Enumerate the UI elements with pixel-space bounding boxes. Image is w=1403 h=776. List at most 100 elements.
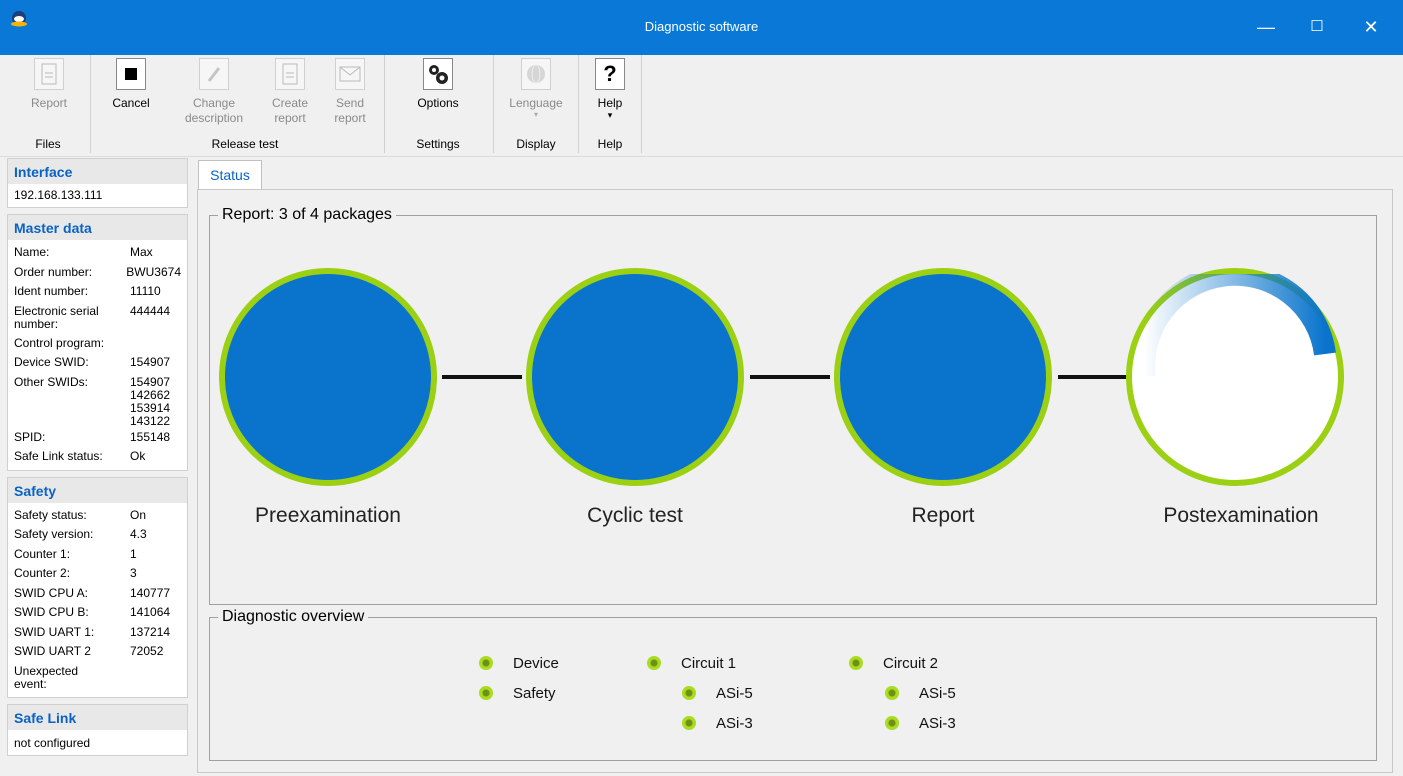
interface-address: 192.168.133.111	[14, 188, 103, 202]
diagnostic-overview-legend: Diagnostic overview	[218, 608, 369, 626]
status-ok-icon	[885, 686, 899, 700]
diag-safety: Safety	[513, 685, 556, 702]
status-ok-icon	[682, 716, 696, 730]
master-data-row: Other SWIDs: 154907 142662 153914 143122	[14, 373, 181, 428]
group-label-files: Files	[35, 137, 61, 151]
group-label-release-test: Release test	[211, 137, 279, 151]
master-data-row: SPID: 155148	[14, 429, 171, 444]
stop-icon	[116, 58, 146, 90]
group-label-display: Display	[516, 137, 556, 151]
status-tab-panel: Report: 3 of 4 packages Preexamination C…	[197, 189, 1393, 773]
master-data-panel: Master data Name: Max Order number: BWU367…	[7, 214, 188, 471]
master-data-row: Ident number: 11110	[14, 284, 161, 298]
progress-spinner-icon	[1133, 274, 1336, 379]
safe-link-panel: Safe Link not configured	[7, 703, 188, 756]
ribbon-separator	[90, 55, 91, 153]
report-progress-legend: Report: 3 of 4 packages	[218, 206, 396, 224]
stage-connector	[750, 375, 830, 379]
chevron-down-icon: ▾	[607, 110, 613, 120]
interface-heading: Interface	[8, 159, 187, 184]
title-bar: Diagnostic software — ☐ ✕	[0, 0, 1403, 55]
create-report-button[interactable]: Create report	[266, 55, 314, 126]
safety-row: SWID UART 2 72052	[14, 644, 164, 658]
master-data-row: Control program:	[14, 335, 105, 350]
stage-label-preexamination: Preexamination	[255, 504, 401, 527]
master-data-row: Electronic serial number: 444444	[14, 303, 171, 331]
status-ok-icon	[479, 656, 493, 670]
close-button[interactable]: ✕	[1356, 12, 1386, 42]
document-icon	[34, 58, 64, 90]
create-report-icon	[275, 58, 305, 90]
stage-connector	[1058, 375, 1128, 379]
other-swids-list: 154907 142662 153914 143122	[130, 374, 171, 428]
stage-label-cyclic-test: Cyclic test	[587, 504, 683, 527]
status-ok-icon	[479, 686, 493, 700]
master-data-row: Name: Max	[14, 245, 153, 259]
pencil-icon	[199, 58, 229, 90]
left-info-column: Interface 192.168.133.111 Master data Na…	[7, 158, 188, 762]
master-data-row: Device SWID: 154907	[14, 355, 171, 369]
safe-link-heading: Safe Link	[8, 704, 187, 730]
ribbon-separator	[641, 55, 642, 153]
diagnostic-overview-group: Diagnostic overview Device Safety Circui…	[209, 608, 1377, 761]
report-progress-group: Report: 3 of 4 packages Preexamination C…	[209, 206, 1377, 605]
interface-panel: Interface 192.168.133.111	[7, 158, 188, 208]
master-data-row: Safe Link status: Ok	[14, 449, 146, 463]
stage-circle-report	[834, 268, 1052, 486]
safety-row: SWID UART 1: 137214	[14, 624, 171, 639]
ribbon-separator	[493, 55, 494, 153]
cancel-button[interactable]: Cancel	[108, 55, 154, 111]
stage-circle-preexamination	[219, 268, 437, 486]
safety-row: Counter 2: 3	[14, 566, 137, 580]
help-button[interactable]: ? Help ▾	[592, 55, 628, 120]
stage-label-report: Report	[911, 504, 975, 527]
tab-status[interactable]: Status	[198, 160, 262, 190]
maximize-button[interactable]: ☐	[1302, 12, 1332, 42]
status-ok-icon	[647, 656, 661, 670]
language-button[interactable]: Lenguage ▾	[505, 55, 567, 119]
group-label-help: Help	[597, 137, 623, 151]
diag-circuit-2-asi3: ASi-3	[919, 715, 956, 732]
ribbon-separator	[578, 55, 579, 153]
safety-list: Safety status: On Safety version: 4.3 Coun…	[8, 503, 187, 697]
stage-connector	[442, 375, 522, 379]
globe-icon	[521, 58, 551, 90]
ribbon-toolbar: Report Cancel Change description Create …	[0, 55, 1403, 157]
safety-row: Counter 1: 1	[14, 546, 137, 561]
diag-circuit-2-asi5: ASi-5	[919, 685, 956, 702]
report-button[interactable]: Report	[24, 55, 74, 111]
window-title: Diagnostic software	[644, 19, 759, 34]
diag-circuit-1: Circuit 1	[681, 655, 737, 672]
stage-circle-postexamination	[1126, 268, 1344, 486]
safe-link-status: not configured	[14, 735, 91, 750]
safety-row: Safety version: 4.3	[14, 527, 147, 541]
diag-circuit-2: Circuit 2	[883, 655, 939, 672]
stage-label-postexamination: Postexamination	[1163, 504, 1319, 527]
ribbon-separator	[384, 55, 385, 153]
master-data-row: Order number: BWU3674	[14, 264, 181, 279]
chevron-down-icon: ▾	[533, 110, 538, 119]
status-ok-icon	[849, 656, 863, 670]
safety-row: SWID CPU A: 140777	[14, 585, 171, 600]
stage-circle-cyclic-test	[526, 268, 744, 486]
master-data-heading: Master data	[8, 215, 187, 240]
question-mark-icon: ?	[595, 58, 625, 90]
group-label-settings: Settings	[416, 137, 460, 151]
safety-panel: Safety Safety status: On Safety version: 4…	[7, 476, 188, 698]
diag-circuit-1-asi3: ASi-3	[716, 715, 753, 732]
options-button[interactable]: Options	[411, 55, 465, 111]
send-report-button[interactable]: Send report	[326, 55, 374, 126]
change-description-button[interactable]: Change description	[180, 55, 248, 126]
safety-row: SWID CPU B: 141064	[14, 605, 171, 619]
diag-device: Device	[513, 655, 559, 672]
gears-icon	[423, 58, 453, 90]
safety-row: Unexpected event:	[14, 663, 79, 691]
envelope-icon	[335, 58, 365, 90]
safety-heading: Safety	[8, 477, 187, 503]
minimize-button[interactable]: —	[1251, 12, 1281, 42]
status-ok-icon	[682, 686, 696, 700]
safety-row: Safety status: On	[14, 507, 147, 522]
diag-circuit-1-asi5: ASi-5	[716, 685, 753, 702]
master-data-list: Name: Max Order number: BWU3674 Ident numb…	[8, 240, 187, 470]
status-ok-icon	[885, 716, 899, 730]
